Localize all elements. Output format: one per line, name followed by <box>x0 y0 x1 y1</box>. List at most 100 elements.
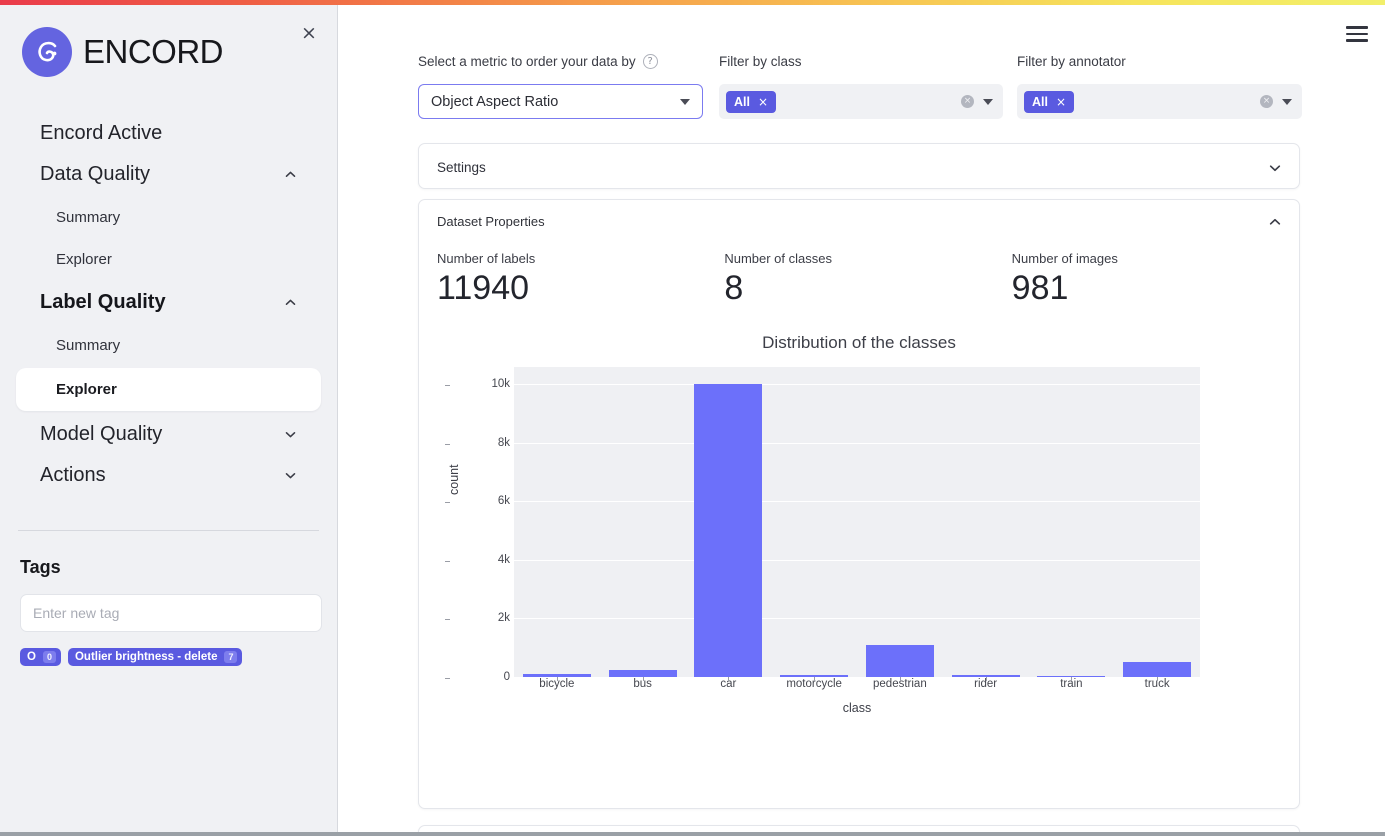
annotator-filter-pill-label: All <box>1032 94 1048 109</box>
chart-bar[interactable] <box>1123 661 1192 677</box>
chart-y-tick-mark <box>445 385 450 387</box>
hamburger-bar <box>1346 39 1368 42</box>
chart-y-tick-label: 0 <box>445 671 510 683</box>
clear-icon[interactable]: × <box>961 95 974 108</box>
dataset-properties-card: Dataset Properties Number of labels 1194… <box>418 199 1300 809</box>
sidebar-item-data-quality-explorer[interactable]: Explorer <box>16 240 321 279</box>
tag-chip-label: Outlier brightness - delete <box>74 651 218 663</box>
chart-bar-cell <box>514 367 600 677</box>
chevron-down-icon[interactable] <box>1268 161 1281 174</box>
stat-value: 8 <box>724 269 744 307</box>
tag-chip[interactable]: O 0 <box>20 648 61 666</box>
chevron-up-icon <box>284 168 297 181</box>
metric-filter-label-row: Select a metric to order your data by ? <box>418 51 703 71</box>
sidebar-item-label-quality-summary[interactable]: Summary <box>16 326 321 365</box>
sidebar-item-model-quality[interactable]: Model Quality <box>16 414 321 455</box>
settings-card-title: Settings <box>437 159 486 175</box>
sidebar-nav: Encord Active Data Quality Summary Explo… <box>0 113 337 496</box>
sidebar-item-label: Label Quality <box>40 291 166 313</box>
stat-number-of-labels: Number of labels 11940 <box>437 251 724 307</box>
dataset-properties-title: Dataset Properties <box>437 214 545 229</box>
sidebar-item-data-quality[interactable]: Data Quality <box>16 154 321 195</box>
hamburger-bar <box>1346 32 1368 36</box>
class-filter-pill-label: All <box>734 94 750 109</box>
annotator-filter-pill[interactable]: All × <box>1024 90 1075 113</box>
chart-x-tick-mark <box>1157 676 1159 681</box>
dataset-stats: Number of labels 11940 Number of classes… <box>419 229 1299 307</box>
stat-label: Number of labels <box>437 251 536 266</box>
chart-y-tick-mark <box>445 560 450 562</box>
sidebar-item-actions[interactable]: Actions <box>16 455 321 496</box>
chart-bar-cell <box>857 367 943 677</box>
tags-title: Tags <box>20 557 61 577</box>
tag-chip-label: O <box>27 651 36 663</box>
sidebar: × ENCORD Encord Active Data Quality Summ… <box>0 5 338 836</box>
class-filter-pill[interactable]: All × <box>726 90 777 113</box>
chart-y-tick-mark <box>445 677 450 679</box>
metric-select-value: Object Aspect Ratio <box>431 93 559 110</box>
help-icon[interactable]: ? <box>642 53 658 69</box>
chevron-down-icon[interactable] <box>983 98 993 105</box>
chart-bar[interactable] <box>865 644 934 677</box>
close-icon[interactable]: × <box>297 21 321 45</box>
chart-plot-area: 0 2k 4k 6k 8k 10k bicycle bus car motorcycle pede… <box>445 366 1200 690</box>
sidebar-item-encord-active[interactable]: Encord Active <box>16 113 321 154</box>
chart-bar-cell <box>686 367 772 677</box>
sidebar-item-label: Model Quality <box>40 423 163 445</box>
chart-bar-cell <box>1029 367 1115 677</box>
chevron-up-icon[interactable] <box>1268 215 1281 228</box>
close-icon[interactable]: × <box>1056 95 1066 109</box>
sidebar-item-label: Encord Active <box>40 122 163 144</box>
annotator-filter-select[interactable]: All × × <box>1017 84 1302 119</box>
sidebar-item-label-quality-explorer[interactable]: Explorer <box>16 368 321 411</box>
sidebar-item-label: Data Quality <box>40 163 151 185</box>
chart-x-axis-label: class <box>842 700 872 715</box>
chevron-down-icon <box>284 469 297 482</box>
tag-chip[interactable]: Outlier brightness - delete 7 <box>67 648 243 666</box>
page-load-gradient-bar <box>0 0 1385 5</box>
metric-filter-label: Select a metric to order your data by <box>418 53 636 69</box>
clear-icon[interactable]: × <box>1260 95 1273 108</box>
chart-x-tick-mark <box>814 676 816 681</box>
sidebar-item-data-quality-summary[interactable]: Summary <box>16 198 321 237</box>
tag-chip-list: O 0 Outlier brightness - delete 7 <box>20 648 317 666</box>
hamburger-menu-icon[interactable] <box>1346 26 1368 42</box>
annotator-filter-group: Filter by annotator All × × <box>1017 51 1302 119</box>
brand-name: ENCORD <box>83 33 224 70</box>
chart-y-tick-label: 6k <box>445 495 510 507</box>
chart-y-tick-label: 8k <box>445 437 510 449</box>
encord-logo-icon <box>22 27 72 77</box>
chart-bar-cell <box>600 367 686 677</box>
settings-card-header[interactable]: Settings <box>419 144 1299 190</box>
sidebar-item-label-quality[interactable]: Label Quality <box>16 282 321 323</box>
metric-filter-group: Select a metric to order your data by ? … <box>418 51 703 119</box>
stat-value: 11940 <box>437 269 530 307</box>
stat-label: Number of classes <box>724 251 832 266</box>
new-tag-input[interactable] <box>20 594 322 632</box>
sidebar-item-label: Explorer <box>56 381 117 398</box>
chart-x-tick-mark <box>556 676 558 681</box>
chart-y-tick-label: 2k <box>445 612 510 624</box>
dataset-properties-header[interactable]: Dataset Properties <box>419 200 1299 229</box>
class-filter-controls: × <box>961 95 993 108</box>
chart-y-tick-mark <box>445 619 450 621</box>
main-content: Select a metric to order your data by ? … <box>338 5 1385 836</box>
close-icon[interactable]: × <box>758 95 768 109</box>
chevron-down-icon[interactable] <box>1282 98 1292 105</box>
chart-bar[interactable] <box>694 384 763 677</box>
chart-y-tick-label: 4k <box>445 554 510 566</box>
chevron-down-icon <box>284 428 297 441</box>
chart-x-tick-mark <box>1071 676 1073 681</box>
class-filter-select[interactable]: All × × <box>719 84 1003 119</box>
sidebar-item-label: Summary <box>56 337 121 354</box>
class-filter-label: Filter by class <box>719 53 802 69</box>
horizontal-scrollbar[interactable] <box>0 832 1385 836</box>
chart-bar-cell <box>943 367 1029 677</box>
hamburger-bar <box>1346 26 1368 29</box>
stat-value: 981 <box>1011 269 1069 307</box>
chart-x-tick-mark <box>728 676 730 681</box>
metric-select[interactable]: Object Aspect Ratio <box>418 84 703 119</box>
chart-title: Distribution of the classes <box>762 332 956 352</box>
chart-y-axis-label: count <box>447 464 461 495</box>
filter-toolbar: Select a metric to order your data by ? … <box>418 51 1302 131</box>
